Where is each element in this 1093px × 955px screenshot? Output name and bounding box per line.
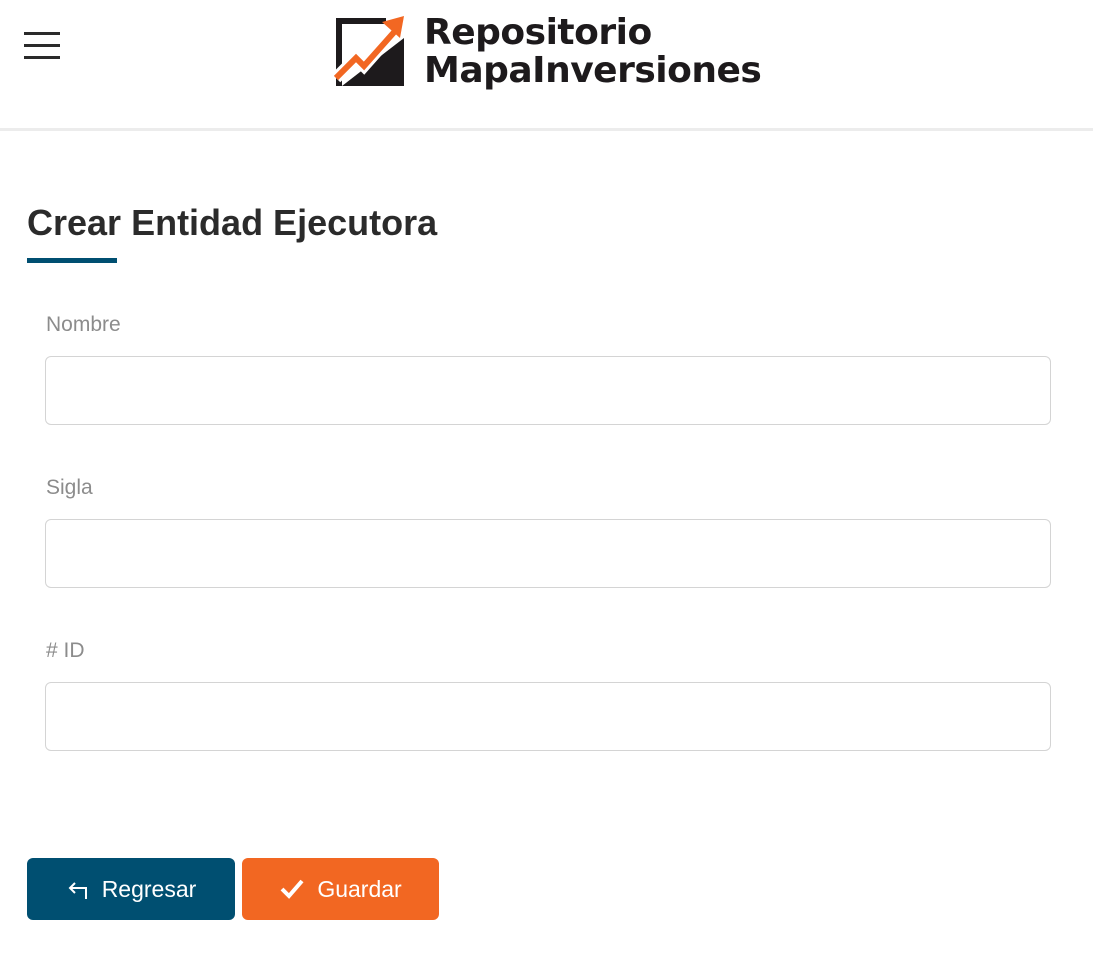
nombre-input[interactable] [45, 356, 1051, 425]
logo-wordmark: Repositorio MapaInversiones [424, 12, 762, 91]
return-arrow-icon [66, 877, 90, 901]
hamburger-menu-icon[interactable] [24, 30, 60, 60]
site-logo[interactable]: Repositorio MapaInversiones [334, 12, 762, 91]
page-title: Crear Entidad Ejecutora [27, 202, 438, 243]
site-header: Repositorio MapaInversiones [0, 0, 1093, 131]
id-label: # ID [46, 639, 85, 662]
checkmark-icon [279, 878, 305, 900]
sigla-input[interactable] [45, 519, 1051, 588]
chart-arrow-logo-icon [334, 16, 404, 86]
nombre-label: Nombre [46, 313, 121, 336]
back-button[interactable]: Regresar [27, 858, 235, 920]
logo-line-1: Repositorio [424, 12, 652, 53]
title-underline [27, 258, 117, 263]
logo-line-2: MapaInversiones [424, 50, 762, 91]
id-input[interactable] [45, 682, 1051, 751]
save-button[interactable]: Guardar [242, 858, 439, 920]
save-button-label: Guardar [317, 875, 402, 902]
sigla-label: Sigla [46, 476, 93, 499]
back-button-label: Regresar [101, 875, 197, 902]
